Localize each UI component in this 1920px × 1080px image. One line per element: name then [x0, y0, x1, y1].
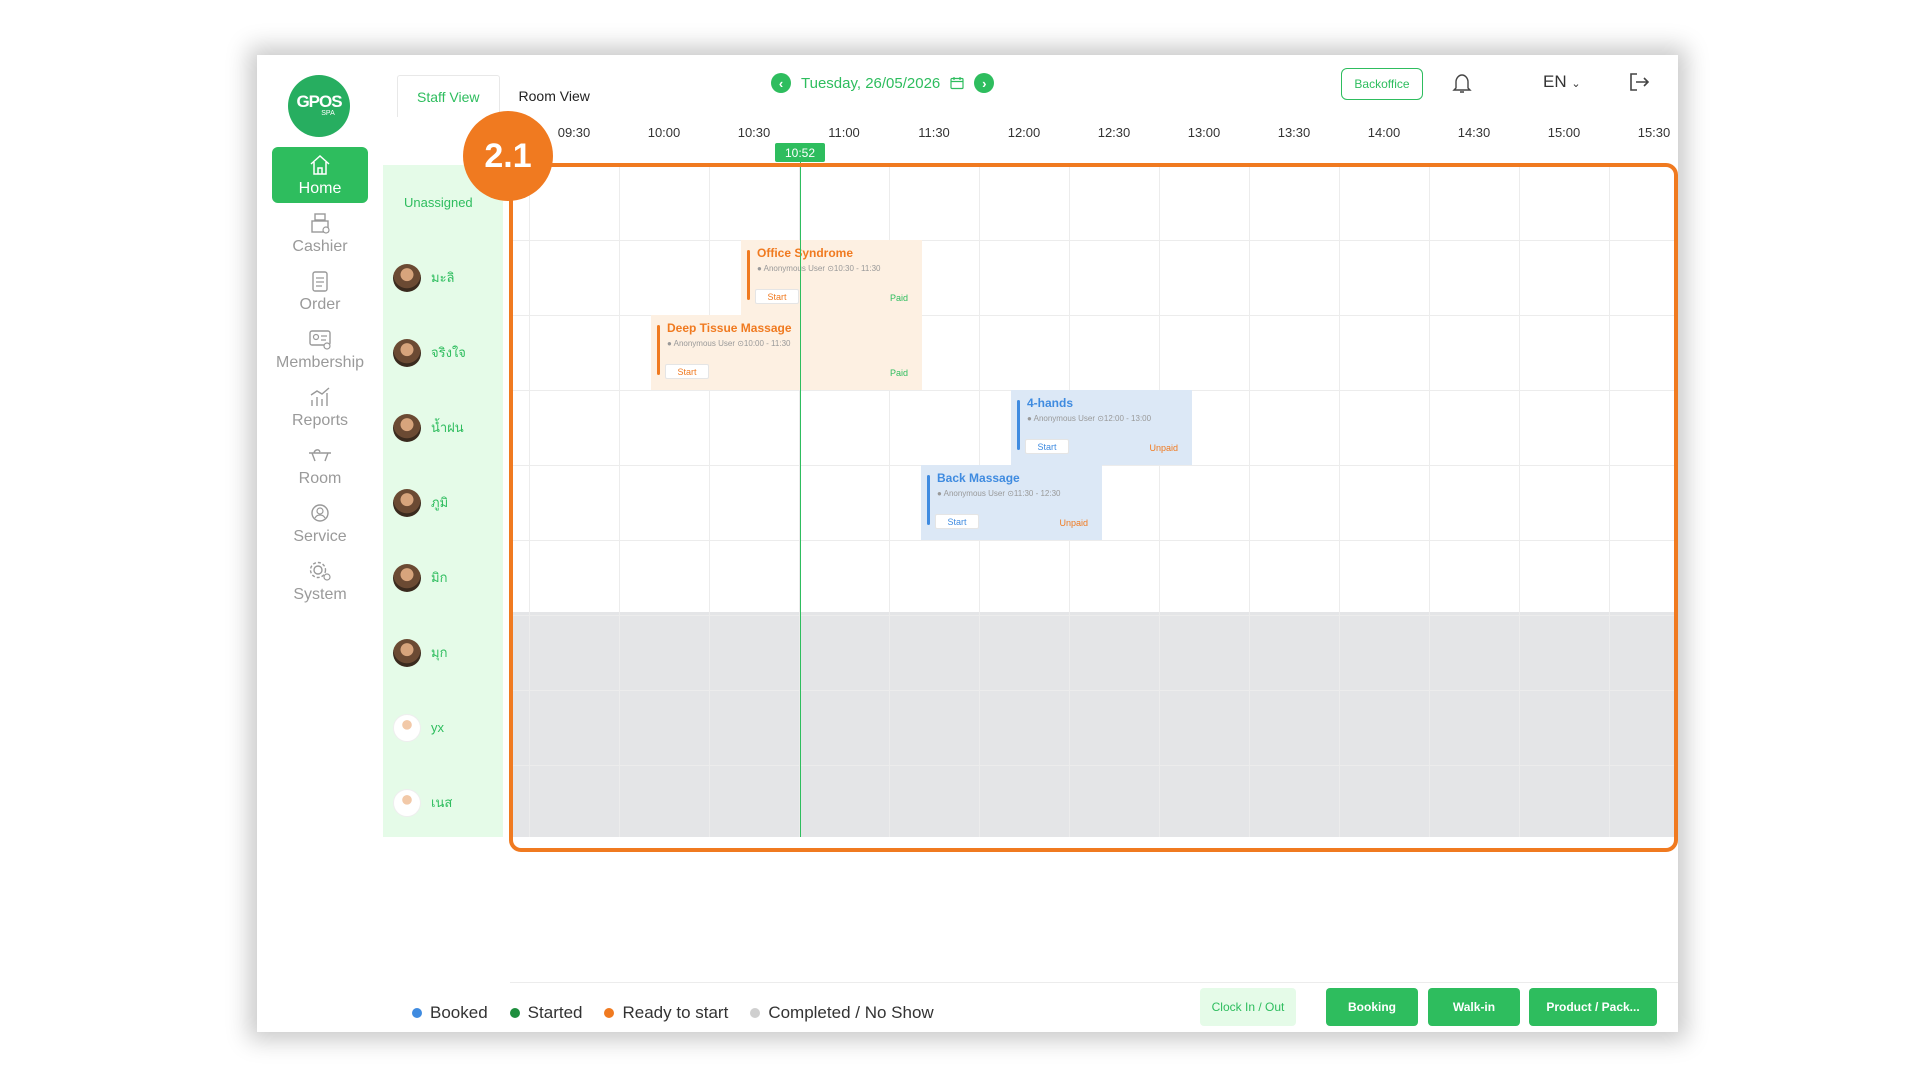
avatar: [393, 263, 421, 292]
sidebar-item-label: Reports: [291, 411, 349, 429]
legend-dot: [412, 1008, 422, 1018]
booking-button[interactable]: Booking: [1326, 988, 1418, 1026]
gear-icon: [309, 561, 331, 581]
time-label: 12:30: [1097, 125, 1131, 140]
bar-chart-icon: [310, 386, 330, 406]
tab-staff-view[interactable]: Staff View: [397, 75, 500, 117]
staff-column: Unassigned มะลิ จริงใจ น้ำฝน ภูมิ มิก มุ…: [383, 165, 503, 837]
staff-name: มุก: [431, 645, 448, 660]
clipboard-icon: [312, 270, 328, 292]
sidebar-item-label: Room: [298, 469, 342, 487]
date-navigator: ‹ Tuesday, 26/05/2026 ›: [771, 73, 995, 93]
staff-row[interactable]: มิก: [383, 540, 503, 615]
staff-row[interactable]: มุก: [383, 615, 503, 690]
sidebar-item-label: Service: [293, 527, 347, 545]
legend-booked: Booked: [412, 1003, 488, 1023]
status-legend: Booked Started Ready to start Completed …: [412, 1003, 934, 1023]
language-selector[interactable]: EN ⌄: [1543, 72, 1581, 92]
walk-in-button[interactable]: Walk-in: [1428, 988, 1520, 1026]
home-icon: [310, 154, 330, 175]
sidebar-item-membership[interactable]: Membership: [272, 321, 368, 377]
time-label: 12:00: [1007, 125, 1041, 140]
avatar: [393, 563, 421, 592]
service-icon: [311, 503, 329, 522]
legend-ready: Ready to start: [604, 1003, 728, 1023]
footer-divider: [510, 982, 1678, 983]
legend-dot: [509, 1008, 520, 1018]
staff-name: มะลิ: [431, 270, 455, 285]
staff-row[interactable]: เนส: [383, 765, 503, 840]
avatar: [393, 413, 421, 442]
backoffice-button[interactable]: Backoffice: [1341, 68, 1423, 100]
staff-name: ภูมิ: [431, 495, 449, 510]
staff-row[interactable]: yx: [383, 690, 503, 765]
calendar-icon[interactable]: [950, 76, 964, 90]
product-package-button[interactable]: Product / Pack...: [1529, 988, 1657, 1026]
bell-icon[interactable]: [1450, 71, 1474, 95]
staff-name: yx: [431, 720, 444, 735]
legend-started: Started: [509, 1003, 582, 1023]
sidebar-item-label: System: [293, 585, 347, 603]
time-label: 09:30: [557, 125, 591, 140]
time-label: 15:00: [1547, 125, 1581, 140]
staff-name: Unassigned: [404, 195, 473, 210]
staff-row[interactable]: จริงใจ: [383, 315, 503, 390]
chevron-down-icon: ⌄: [1571, 78, 1581, 90]
language-label: EN: [1543, 72, 1567, 91]
sidebar-item-room[interactable]: Room: [272, 437, 368, 493]
sidebar: GPOS SPA Home Cashier Order Membership R…: [257, 55, 381, 1032]
legend-dot: [604, 1008, 615, 1018]
current-date[interactable]: Tuesday, 26/05/2026: [801, 75, 940, 92]
time-label: 10:30: [737, 125, 771, 140]
staff-name: มิก: [431, 570, 448, 585]
sidebar-item-label: Order: [299, 295, 341, 313]
avatar: [393, 638, 421, 667]
time-label: 11:00: [828, 125, 860, 140]
cash-register-icon: [311, 212, 330, 234]
time-label: 11:30: [918, 125, 950, 140]
membership-card-icon: [309, 329, 331, 350]
staff-row[interactable]: น้ำฝน: [383, 390, 503, 465]
time-label: 13:30: [1277, 125, 1311, 140]
logo-subtext: SPA: [321, 110, 335, 117]
logout-icon[interactable]: [1627, 70, 1651, 94]
time-label: 15:30: [1637, 125, 1671, 140]
time-label: 13:00: [1187, 125, 1221, 140]
prev-day-button[interactable]: ‹: [771, 73, 791, 93]
sidebar-item-label: Membership: [275, 353, 365, 371]
staff-name: จริงใจ: [431, 345, 466, 360]
massage-bed-icon: [309, 448, 331, 461]
highlight-frame: [509, 163, 1678, 852]
legend-dot: [750, 1008, 761, 1018]
sidebar-item-system[interactable]: System: [272, 553, 368, 609]
step-badge: 2.1: [463, 111, 553, 201]
staff-row[interactable]: มะลิ: [383, 240, 503, 315]
time-label: 14:30: [1457, 125, 1491, 140]
next-day-button[interactable]: ›: [974, 73, 995, 93]
sidebar-item-home[interactable]: Home: [272, 147, 368, 203]
logo-text: GPOS: [296, 92, 342, 111]
sidebar-item-service[interactable]: Service: [272, 495, 368, 551]
legend-completed: Completed / No Show: [750, 1003, 934, 1023]
avatar: [393, 338, 421, 367]
staff-row[interactable]: ภูมิ: [383, 465, 503, 540]
clock-in-out-button[interactable]: Clock In / Out: [1200, 988, 1296, 1026]
avatar: [393, 788, 421, 817]
time-label: 14:00: [1367, 125, 1401, 140]
time-label: 10:00: [647, 125, 681, 140]
current-time-badge: 10:52: [775, 143, 825, 162]
staff-name: เนส: [431, 795, 453, 810]
avatar: [393, 488, 421, 517]
sidebar-item-order[interactable]: Order: [272, 263, 368, 319]
sidebar-item-reports[interactable]: Reports: [272, 379, 368, 435]
tab-room-view[interactable]: Room View: [500, 75, 609, 117]
staff-name: น้ำฝน: [431, 420, 464, 435]
avatar: [393, 713, 421, 742]
sidebar-item-label: Home: [298, 179, 342, 197]
sidebar-item-label: Cashier: [292, 237, 348, 255]
sidebar-item-cashier[interactable]: Cashier: [272, 205, 368, 261]
